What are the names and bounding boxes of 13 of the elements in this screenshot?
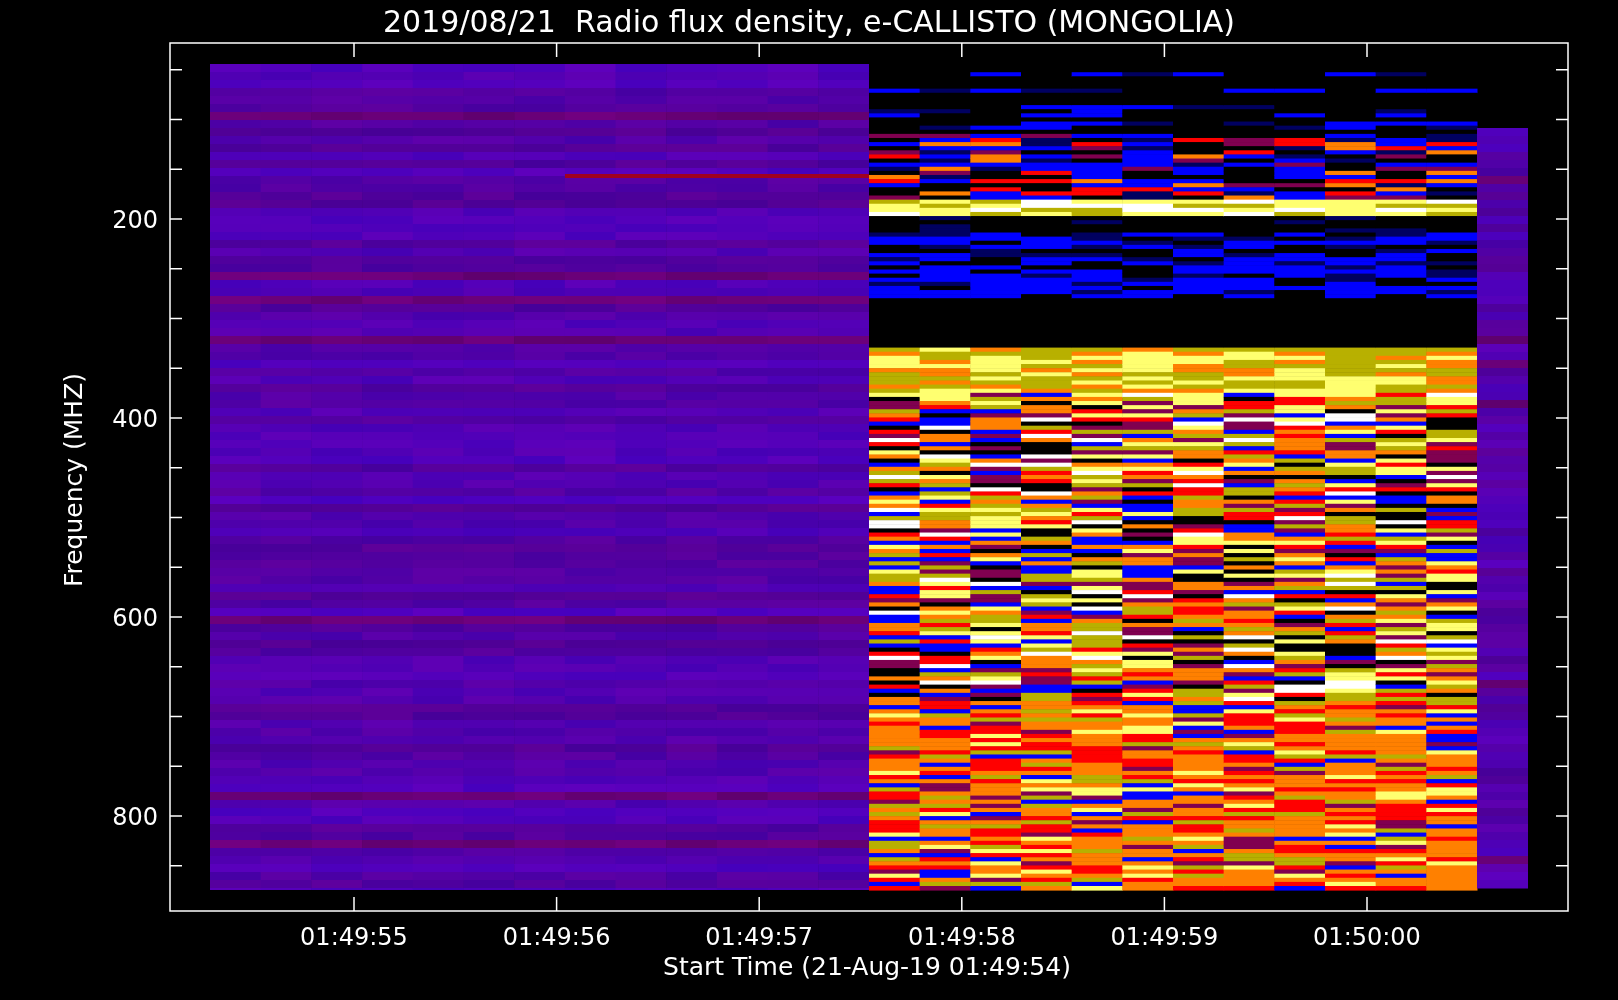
y-tick-label: 400 bbox=[112, 405, 158, 433]
x-tick-label: 01:49:59 bbox=[1110, 923, 1219, 951]
y-axis-label: Frequency (MHZ) bbox=[59, 372, 88, 588]
chart-title: 2019/08/21 Radio flux density, e-CALLISTO (MONGOLIA) bbox=[383, 4, 1235, 39]
y-tick-label: 800 bbox=[112, 803, 158, 831]
x-tick-label: 01:49:55 bbox=[300, 923, 408, 951]
x-tick-label: 01:49:56 bbox=[502, 923, 611, 951]
x-tick-label: 01:49:58 bbox=[907, 923, 1016, 951]
x-axis-label: Start Time (21-Aug-19 01:49:54) bbox=[663, 952, 1071, 981]
x-tick-label: 01:50:00 bbox=[1313, 923, 1421, 951]
y-tick-label: 200 bbox=[112, 206, 158, 234]
x-tick-label: 01:49:57 bbox=[705, 923, 814, 951]
y-tick-label: 600 bbox=[112, 604, 158, 632]
